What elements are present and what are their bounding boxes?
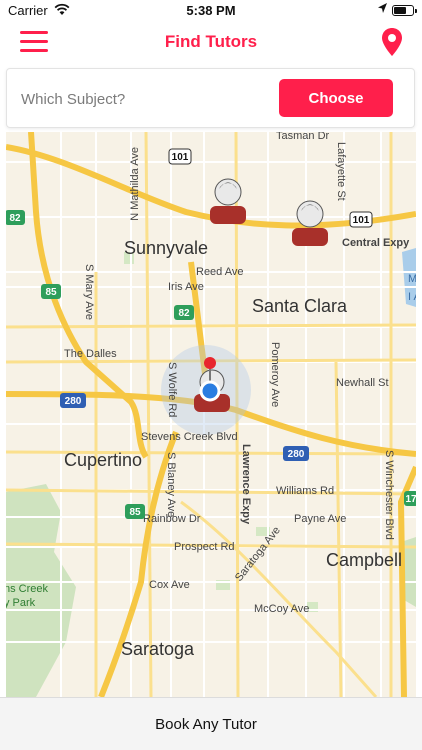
svg-text:85: 85: [129, 507, 141, 518]
bottom-bar: Book Any Tutor: [0, 697, 422, 750]
svg-text:Stevens Creek Blvd: Stevens Creek Blvd: [141, 431, 238, 443]
subject-search-card: Choose: [6, 68, 415, 128]
svg-text:280: 280: [288, 449, 305, 460]
svg-text:Cox Ave: Cox Ave: [149, 579, 190, 591]
svg-text:Sunnyvale: Sunnyvale: [124, 238, 208, 258]
svg-text:280: 280: [65, 396, 82, 407]
svg-text:The Dalles: The Dalles: [64, 348, 117, 360]
svg-text:Prospect Rd: Prospect Rd: [174, 541, 235, 553]
svg-text:Reed Ave: Reed Ave: [196, 266, 244, 278]
svg-text:ns Creek: ns Creek: [6, 583, 49, 595]
page-title: Find Tutors: [164, 32, 258, 51]
svg-text:Pomeroy Ave: Pomeroy Ave: [269, 342, 281, 407]
svg-text:McCoy Ave: McCoy Ave: [254, 603, 309, 615]
svg-text:82: 82: [178, 308, 190, 319]
svg-text:Min: Min: [408, 273, 416, 285]
map-view[interactable]: Tasman Dr Lafayette St N Mathilda Ave Ce…: [6, 132, 416, 697]
svg-text:S Winchester Blvd: S Winchester Blvd: [383, 450, 395, 540]
subject-input[interactable]: [21, 86, 261, 112]
svg-text:Lawrence Expy: Lawrence Expy: [240, 444, 252, 525]
svg-text:Rainbow Dr: Rainbow Dr: [143, 513, 201, 525]
svg-text:Central Expy: Central Expy: [342, 237, 410, 249]
svg-text:Iris Ave: Iris Ave: [168, 281, 204, 293]
svg-text:101: 101: [353, 215, 370, 226]
svg-text:Newhall St: Newhall St: [336, 377, 389, 389]
svg-text:S Wolfe Rd: S Wolfe Rd: [166, 362, 178, 417]
svg-text:85: 85: [45, 287, 57, 298]
svg-text:S Blaney Ave: S Blaney Ave: [165, 452, 177, 517]
svg-text:S Mary Ave: S Mary Ave: [83, 264, 95, 320]
location-arrow-icon: [378, 3, 387, 13]
status-bar: Carrier 5:38 PM: [0, 0, 422, 22]
battery-icon: [392, 5, 417, 16]
svg-text:Cupertino: Cupertino: [64, 450, 142, 470]
clock: 5:38 PM: [186, 3, 236, 18]
svg-text:I Ar: I Ar: [408, 291, 416, 303]
svg-text:Payne Ave: Payne Ave: [294, 513, 346, 525]
svg-text:101: 101: [172, 152, 189, 163]
svg-text:82: 82: [9, 213, 21, 224]
nav-bar: Find Tutors: [0, 22, 422, 62]
svg-text:Saratoga: Saratoga: [121, 639, 195, 659]
svg-text:Lafayette St: Lafayette St: [335, 142, 347, 201]
choose-button[interactable]: Choose: [279, 79, 393, 117]
hamburger-menu-icon[interactable]: [20, 31, 48, 53]
svg-text:Williams Rd: Williams Rd: [276, 485, 334, 497]
svg-text:Campbell: Campbell: [326, 550, 402, 570]
map-pin-icon[interactable]: [380, 27, 404, 57]
book-any-tutor-button[interactable]: Book Any Tutor: [0, 698, 412, 750]
svg-text:17: 17: [405, 494, 416, 505]
svg-text:Santa Clara: Santa Clara: [252, 296, 348, 316]
svg-text:y Park: y Park: [6, 597, 36, 609]
svg-text:N Mathilda Ave: N Mathilda Ave: [129, 147, 141, 221]
svg-text:Tasman Dr: Tasman Dr: [276, 132, 330, 142]
